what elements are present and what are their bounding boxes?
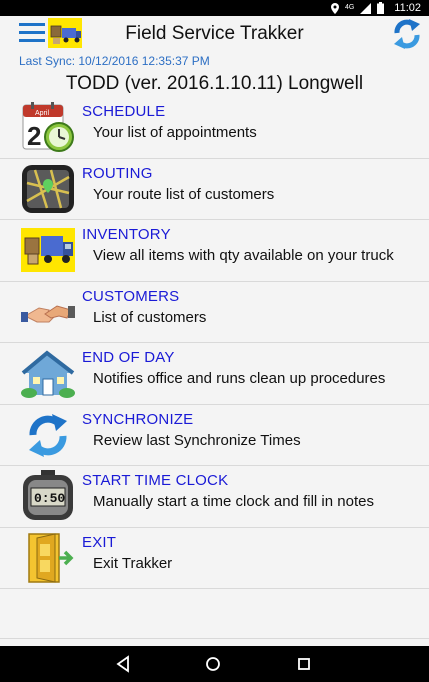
calendar-day-text: 2 <box>27 121 41 151</box>
menu-item-description: Manually start a time clock and fill in … <box>93 493 374 510</box>
calendar-clock-icon: April 2 <box>22 102 74 152</box>
user-version-line: TODD (ver. 2016.1.10.11) Longwell <box>65 73 364 94</box>
menu-item-inventory[interactable]: INVENTORY View all items with qty availa… <box>0 220 429 282</box>
menu-item-title: START TIME CLOCK <box>82 472 229 489</box>
main-menu-list: April 2 SCHEDULE Your list of appointmen… <box>0 97 429 589</box>
back-icon[interactable] <box>103 646 143 682</box>
menu-item-title: SYNCHRONIZE <box>82 410 194 428</box>
menu-item-end-of-day[interactable]: END OF DAY Notifies office and runs clea… <box>0 343 429 405</box>
menu-item-title: ROUTING <box>82 164 153 182</box>
calendar-month-text: April <box>35 110 49 117</box>
menu-item-description: Notifies office and runs clean up proced… <box>93 370 386 387</box>
location-icon <box>330 2 339 14</box>
menu-item-start-time-clock[interactable]: 0:50 START TIME CLOCK Manually start a t… <box>0 466 429 528</box>
house-icon <box>21 350 75 398</box>
menu-item-description: List of customers <box>93 308 207 326</box>
menu-item-description: Exit Trakker <box>93 554 173 572</box>
menu-item-title: CUSTOMERS <box>82 287 180 305</box>
menu-item-title: INVENTORY <box>82 226 171 243</box>
menu-item-description: View all items with qty available on you… <box>93 247 394 264</box>
divider <box>0 638 429 639</box>
network-type-label: 4G <box>344 4 355 11</box>
menu-item-title: EXIT <box>82 533 117 551</box>
sync-arrows-icon <box>29 413 67 457</box>
clock-time: 11:02 <box>394 2 421 14</box>
menu-item-title: SCHEDULE <box>82 103 166 120</box>
app-title: Field Service Trakker <box>125 23 304 44</box>
system-navigation-bar <box>0 646 429 682</box>
menu-item-synchronize[interactable]: SYNCHRONIZE Review last Synchronize Time… <box>0 405 429 466</box>
sync-icon[interactable] <box>391 16 423 52</box>
menu-item-title: END OF DAY <box>82 349 175 366</box>
menu-item-schedule[interactable]: April 2 SCHEDULE Your list of appointmen… <box>0 97 429 159</box>
battery-icon <box>377 2 385 14</box>
last-sync-timestamp: Last Sync: 10/12/2016 12:35:37 PM <box>19 54 210 68</box>
stopwatch-icon: 0:50 <box>23 470 73 520</box>
menu-item-exit[interactable]: EXIT Exit Trakker <box>0 528 429 589</box>
menu-item-description: Review last Synchronize Times <box>93 431 301 449</box>
delivery-truck-icon <box>21 228 75 272</box>
stopwatch-digits-text: 0:50 <box>34 491 65 506</box>
exit-door-icon <box>28 532 74 583</box>
signal-icon <box>360 2 372 14</box>
status-bar: 4G 11:02 <box>0 0 429 16</box>
menu-item-description: Your list of appointments <box>93 124 257 141</box>
menu-item-routing[interactable]: ROUTING Your route list of customers <box>0 159 429 220</box>
home-icon[interactable] <box>193 646 233 682</box>
gps-map-icon <box>22 164 74 213</box>
menu-item-description: Your route list of customers <box>93 185 275 203</box>
recent-apps-icon[interactable] <box>284 646 324 682</box>
app-bar: Field Service Trakker <box>0 16 429 54</box>
handshake-icon <box>21 304 75 322</box>
menu-item-customers[interactable]: CUSTOMERS List of customers <box>0 282 429 343</box>
